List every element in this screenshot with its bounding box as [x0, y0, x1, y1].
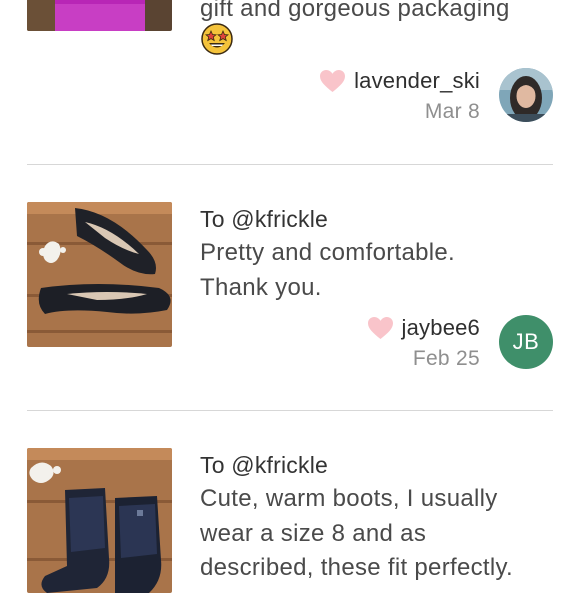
review-text-line: wear a size 8 and as: [200, 519, 427, 547]
username[interactable]: lavender_ski: [354, 68, 480, 94]
review-card: To @kfrickle Pretty and comfortable. Tha…: [0, 165, 580, 411]
review-text: Pretty and comfortable. Thank you.: [200, 236, 550, 305]
review-recipient[interactable]: To @kfrickle: [200, 452, 328, 479]
review-author: jaybee6: [367, 315, 480, 341]
listing-thumbnail[interactable]: [27, 202, 172, 347]
review-date: Mar 8: [424, 100, 480, 123]
listing-thumbnail[interactable]: [27, 0, 172, 31]
review-date: Feb 25: [412, 347, 480, 370]
avatar[interactable]: [499, 68, 553, 122]
heart-icon[interactable]: [319, 69, 346, 93]
review-card: To @kfrickle Cute, warm boots, I usually…: [0, 411, 580, 593]
review-text-line: Cute, warm boots, I usually: [200, 485, 498, 512]
review-text-line: described, these fit perfectly.: [200, 554, 514, 581]
review-author: lavender_ski: [319, 68, 480, 94]
review-text-line: Pretty and comfortable.: [200, 239, 456, 266]
review-card: gift and gorgeous packaging lavender_ski…: [0, 0, 580, 165]
review-text: Cute, warm boots, I usually wear a size …: [200, 482, 550, 586]
review-text: gift and gorgeous packaging: [200, 0, 510, 22]
review-text-line: Thank you.: [200, 273, 322, 301]
review-recipient[interactable]: To @kfrickle: [200, 206, 328, 233]
avatar[interactable]: JB: [499, 315, 553, 369]
star-struck-emoji-icon: [201, 23, 233, 55]
heart-icon[interactable]: [367, 316, 394, 340]
listing-thumbnail[interactable]: [27, 448, 172, 593]
username[interactable]: jaybee6: [402, 315, 480, 341]
